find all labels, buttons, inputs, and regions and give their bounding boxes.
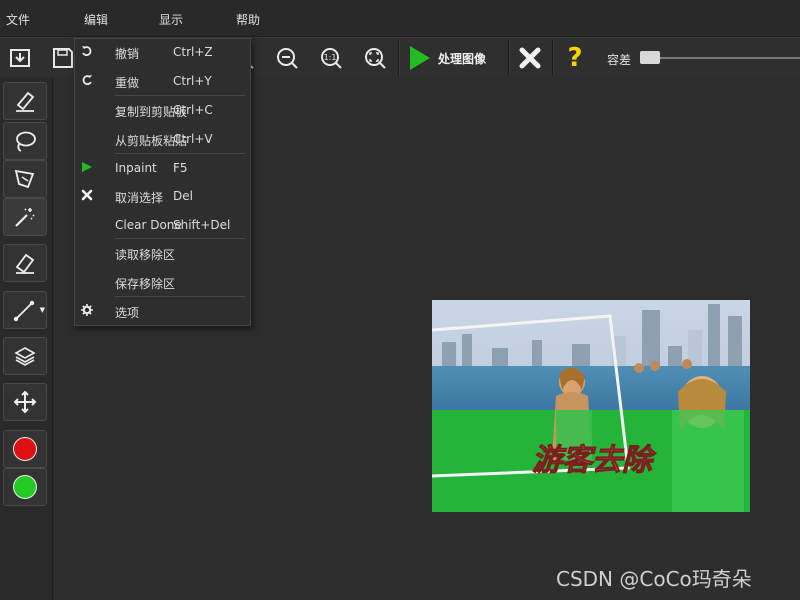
- zoom-out-icon: [277, 48, 298, 69]
- menu-separator: [115, 153, 245, 154]
- menu-item-label: 读取移除区: [115, 248, 176, 262]
- toolbar-separator: [508, 40, 509, 76]
- tolerance-slider-handle[interactable]: [640, 51, 660, 64]
- primary-color-swatch: [13, 437, 37, 461]
- close-icon: [80, 188, 94, 202]
- redo-icon: [80, 73, 94, 87]
- secondary-color-swatch: [13, 475, 37, 499]
- menu-item-shortcut: Ctrl+Y: [173, 74, 212, 88]
- menu-bar: 文件 编辑 显示 帮助: [0, 0, 800, 37]
- loaded-image[interactable]: 游客去除: [432, 300, 750, 512]
- lasso-tool-button[interactable]: [3, 122, 47, 160]
- menu-view[interactable]: 显示: [159, 11, 183, 28]
- play-icon: [410, 46, 430, 70]
- save-icon: [53, 48, 73, 68]
- menu-item-shortcut: Del: [173, 189, 193, 203]
- edit-menu-dropdown: 撤销 Ctrl+Z 重做 Ctrl+Y 复制到剪贴板 Ctrl+C 从剪贴板粘贴…: [74, 38, 251, 326]
- process-image-label: 处理图像: [438, 51, 487, 66]
- menu-item-undo[interactable]: 撤销 Ctrl+Z: [75, 40, 250, 64]
- menu-item-paste-from-clipboard[interactable]: 从剪贴板粘贴 Ctrl+V: [75, 127, 250, 151]
- magic-wand-icon: [15, 208, 35, 227]
- zoom-out-button[interactable]: [274, 38, 300, 78]
- marker-icon: [16, 91, 35, 112]
- primary-color-button[interactable]: [3, 430, 47, 468]
- zoom-actual-icon: 1:1: [321, 48, 342, 69]
- line-icon: [13, 300, 35, 322]
- menu-separator: [115, 95, 245, 96]
- menu-item-inpaint[interactable]: Inpaint F5: [75, 156, 250, 180]
- undo-icon: [80, 44, 94, 58]
- menu-item-options[interactable]: 选项: [75, 299, 250, 323]
- zoom-fit-button[interactable]: [362, 38, 388, 78]
- open-button[interactable]: [6, 38, 34, 78]
- polygon-lasso-tool-button[interactable]: [3, 160, 47, 198]
- process-image-button[interactable]: 处理图像: [408, 38, 500, 78]
- menu-separator: [115, 238, 245, 239]
- cancel-selection-button[interactable]: [516, 38, 544, 78]
- menu-item-label: 撤销: [115, 47, 140, 61]
- layers-button[interactable]: [3, 337, 47, 375]
- menu-item-label: 保存移除区: [115, 277, 176, 291]
- menu-item-label: 选项: [115, 306, 140, 320]
- photo-scene: 游客去除: [432, 300, 750, 512]
- magic-wand-tool-button[interactable]: [3, 198, 47, 236]
- gear-icon: [80, 303, 94, 317]
- menu-item-label: Clear Done: [115, 218, 182, 232]
- menu-item-shortcut: Ctrl+C: [173, 103, 213, 117]
- layers-icon: [14, 347, 36, 366]
- menu-item-shortcut: Shift+Del: [173, 218, 231, 232]
- lasso-icon: [16, 131, 36, 152]
- menu-item-deselect[interactable]: 取消选择 Del: [75, 184, 250, 208]
- menu-item-shortcut: Ctrl+V: [173, 132, 213, 146]
- secondary-color-button[interactable]: [3, 468, 47, 506]
- zoom-actual-label: 1:1: [324, 53, 337, 62]
- menu-edit[interactable]: 编辑: [84, 11, 108, 28]
- line-tool-dropdown-icon[interactable]: ▼: [40, 306, 45, 314]
- help-button[interactable]: ?: [562, 38, 588, 78]
- open-icon: [10, 49, 30, 67]
- menu-item-shortcut: Ctrl+Z: [173, 45, 213, 59]
- menu-item-load-mask[interactable]: 读取移除区: [75, 241, 250, 265]
- menu-file[interactable]: 文件: [6, 11, 30, 28]
- marker-tool-button[interactable]: [3, 82, 47, 120]
- tolerance-slider-track[interactable]: [650, 57, 800, 59]
- menu-item-save-mask[interactable]: 保存移除区: [75, 270, 250, 294]
- line-tool-button[interactable]: ▼: [3, 291, 47, 329]
- left-toolbar: ▼: [0, 77, 53, 600]
- save-button[interactable]: [50, 38, 76, 78]
- menu-item-shortcut: F5: [173, 161, 188, 175]
- tolerance-label: 容差: [607, 53, 632, 67]
- move-icon: [13, 390, 37, 414]
- help-icon: ?: [567, 43, 583, 73]
- menu-help[interactable]: 帮助: [236, 11, 260, 28]
- zoom-actual-button[interactable]: 1:1: [318, 38, 344, 78]
- polygon-lasso-icon: [14, 169, 35, 189]
- menu-item-copy-to-clipboard[interactable]: 复制到剪贴板 Ctrl+C: [75, 98, 250, 122]
- eraser-tool-button[interactable]: [3, 244, 47, 282]
- menu-item-label: Inpaint: [115, 161, 157, 175]
- move-tool-button[interactable]: [3, 383, 47, 421]
- eraser-icon: [15, 253, 35, 274]
- menu-separator: [115, 296, 245, 297]
- close-icon: [519, 47, 541, 69]
- zoom-fit-icon: [365, 48, 386, 69]
- watermark-text: CSDN @CoCo玛奇朵: [556, 567, 752, 591]
- menu-item-label: 取消选择: [115, 191, 164, 205]
- menu-item-label: 重做: [115, 76, 140, 90]
- toolbar-separator: [552, 40, 553, 76]
- play-icon: [80, 160, 94, 174]
- overlay-text: 游客去除: [532, 443, 657, 478]
- menu-item-redo[interactable]: 重做 Ctrl+Y: [75, 69, 250, 93]
- menu-item-clear-done[interactable]: Clear Done Shift+Del: [75, 213, 250, 237]
- toolbar-separator: [398, 40, 399, 76]
